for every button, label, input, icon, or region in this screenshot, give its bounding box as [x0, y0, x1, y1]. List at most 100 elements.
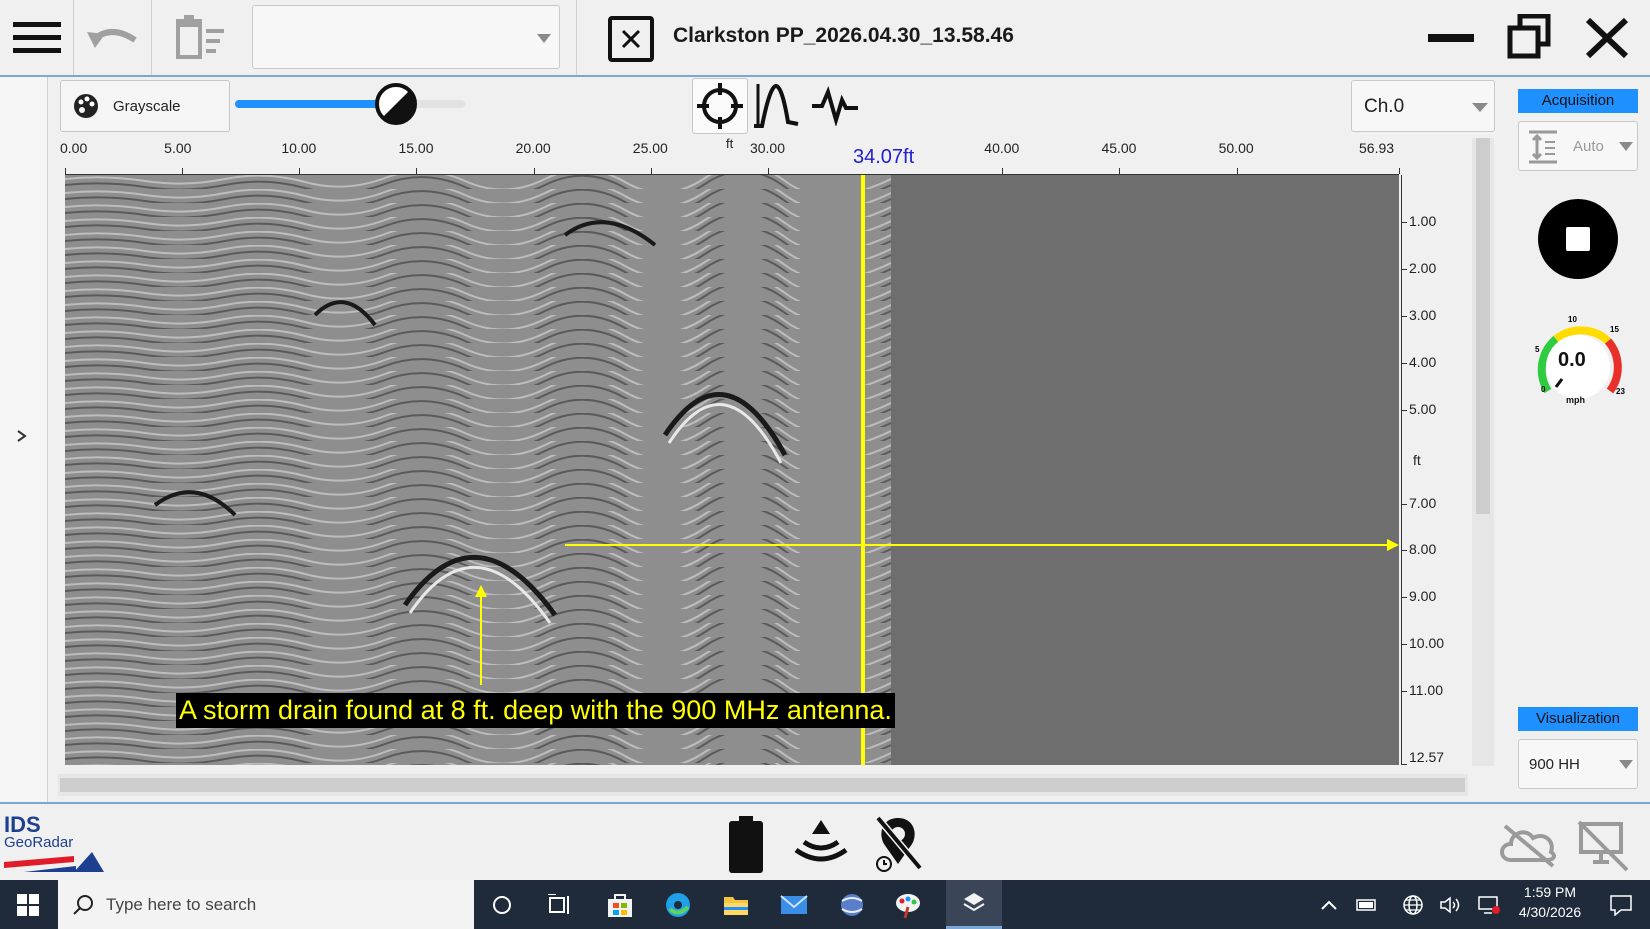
battery-status	[728, 816, 764, 874]
chevron-right-icon	[17, 430, 27, 442]
radargram-view[interactable]: A storm drain found at 8 ft. deep with t…	[65, 175, 1399, 765]
distance-tick-label: 15.00	[398, 140, 434, 156]
device-tray-button[interactable]	[1472, 880, 1506, 929]
device-connection-button[interactable]	[1575, 818, 1631, 874]
gauge-tick: 15	[1610, 325, 1619, 334]
logo-mark	[4, 852, 104, 872]
layers-app-icon	[963, 893, 985, 912]
taskbar-store-app[interactable]	[592, 880, 648, 929]
taskbar-search-box[interactable]: Type here to search	[58, 880, 474, 929]
signal-pulse-icon	[812, 86, 858, 128]
search-icon	[73, 895, 93, 915]
distance-tick-mark	[1119, 168, 1121, 174]
restore-button[interactable]	[1500, 13, 1560, 62]
monitor-alert-icon	[1478, 895, 1500, 914]
distance-tick-mark	[650, 168, 652, 174]
company-logo: IDS GeoRadar	[4, 812, 104, 876]
close-window-button[interactable]	[1580, 14, 1636, 62]
palette-icon	[74, 94, 98, 118]
palette-label: Grayscale	[113, 97, 181, 115]
hamburger-icon	[12, 21, 61, 53]
vertical-scroll-thumb[interactable]	[1476, 138, 1490, 514]
show-hidden-icons-button[interactable]	[1312, 880, 1346, 929]
distance-tick-mark	[1002, 168, 1004, 174]
close-file-button[interactable]	[608, 16, 654, 62]
battery-tray-icon	[1356, 898, 1376, 911]
depth-tick-mark	[1401, 315, 1407, 317]
windows-logo-icon	[17, 893, 39, 916]
globe-network-icon	[1403, 894, 1423, 915]
distance-tick-label: 45.00	[1101, 140, 1137, 156]
project-dropdown[interactable]	[252, 5, 560, 69]
wiggle-trace-button[interactable]	[752, 82, 800, 130]
crosshair-button[interactable]	[692, 78, 748, 134]
depth-tick-label: 2.00	[1409, 259, 1437, 276]
right-panel: Acquisition Auto 0.0 mph 0 5 10 15 23 Vi…	[1512, 77, 1650, 802]
expand-panel-button[interactable]	[0, 77, 48, 802]
task-view-button[interactable]	[532, 880, 588, 929]
depth-tick-label: 7.00	[1409, 494, 1437, 511]
battery-icon	[729, 816, 763, 873]
vertical-scrollbar[interactable]	[1472, 138, 1494, 766]
channel-dropdown[interactable]: Ch.0	[1351, 80, 1495, 132]
globe-app-icon	[841, 893, 863, 916]
gauge-tick: 10	[1568, 315, 1577, 324]
depth-axis: 1.00 2.00 3.00 4.00 5.00 7.00 8.00 9.00 10.00 11.…	[1399, 175, 1459, 765]
signal-trace-button[interactable]	[810, 86, 860, 128]
paint-app-icon	[896, 893, 920, 918]
taskbar-explorer-app[interactable]	[708, 880, 764, 929]
distance-tick-label: 50.00	[1218, 140, 1254, 156]
chevron-down-icon	[1619, 760, 1633, 769]
visualization-header: Visualization	[1518, 707, 1638, 731]
contrast-slider-knob[interactable]	[374, 82, 418, 126]
chevron-up-icon	[1321, 900, 1337, 910]
distance-tick-mark	[65, 168, 66, 174]
clock-time: 1:59 PM	[1523, 884, 1577, 900]
depth-tick-label: 4.00	[1409, 353, 1437, 370]
depth-tick-mark	[1401, 268, 1407, 270]
cloud-sync-button[interactable]	[1497, 820, 1559, 870]
depth-tick-mark	[1401, 221, 1407, 223]
distance-axis: 0.00 5.00 10.00 15.00 20.00 25.00 30.00 40.00 45…	[0, 140, 1420, 176]
speaker-icon	[1440, 895, 1460, 914]
depth-tick-label: 12.57	[1409, 749, 1445, 765]
battery-tray-button[interactable]	[1350, 880, 1384, 929]
depth-tick-mark	[1401, 597, 1407, 599]
undo-button[interactable]	[74, 0, 152, 75]
notifications-button[interactable]	[1598, 880, 1644, 929]
windows-taskbar: Type here to search 1:59 PM 4/30/2026	[0, 880, 1650, 929]
menu-button[interactable]	[0, 0, 74, 75]
horizontal-scrollbar[interactable]	[58, 774, 1468, 796]
gain-adjust-icon	[1529, 130, 1557, 164]
network-tray-button[interactable]	[1396, 880, 1430, 929]
antenna-dropdown[interactable]: 900 HH	[1518, 739, 1638, 789]
start-button[interactable]	[0, 880, 56, 929]
cursor-position-label: 34.07ft	[853, 146, 915, 168]
taskbar-clock[interactable]: 1:59 PM 4/30/2026	[1510, 884, 1590, 926]
taskbar-app-paint[interactable]	[880, 880, 936, 929]
task-view-icon	[548, 893, 569, 914]
palette-button[interactable]: Grayscale	[60, 80, 230, 132]
depth-tick-mark	[1401, 550, 1407, 552]
volume-tray-button[interactable]	[1434, 880, 1468, 929]
delete-button[interactable]	[152, 0, 247, 75]
cortana-button[interactable]	[474, 880, 530, 929]
minimize-button[interactable]	[1420, 16, 1480, 60]
depth-tick-mark	[1401, 691, 1407, 693]
antenna-signal-icon	[794, 820, 848, 862]
distance-tick-label: 56.93	[1359, 140, 1395, 156]
depth-axis-line	[1401, 175, 1402, 765]
taskbar-edge-app[interactable]	[650, 880, 706, 929]
separator	[576, 0, 577, 75]
taskbar-mail-app[interactable]	[766, 880, 822, 929]
taskbar-app-globe[interactable]	[824, 880, 880, 929]
store-icon	[608, 893, 632, 917]
gain-mode-dropdown[interactable]: Auto	[1518, 121, 1638, 171]
disconnected-device-icon	[1577, 820, 1629, 872]
horizontal-scroll-thumb[interactable]	[60, 778, 1465, 792]
cloud-off-icon	[1500, 824, 1556, 868]
contrast-slider[interactable]	[235, 83, 465, 125]
edge-browser-icon	[666, 892, 690, 917]
stop-acquisition-button[interactable]	[1538, 199, 1618, 279]
taskbar-georadar-app[interactable]	[946, 880, 1002, 929]
